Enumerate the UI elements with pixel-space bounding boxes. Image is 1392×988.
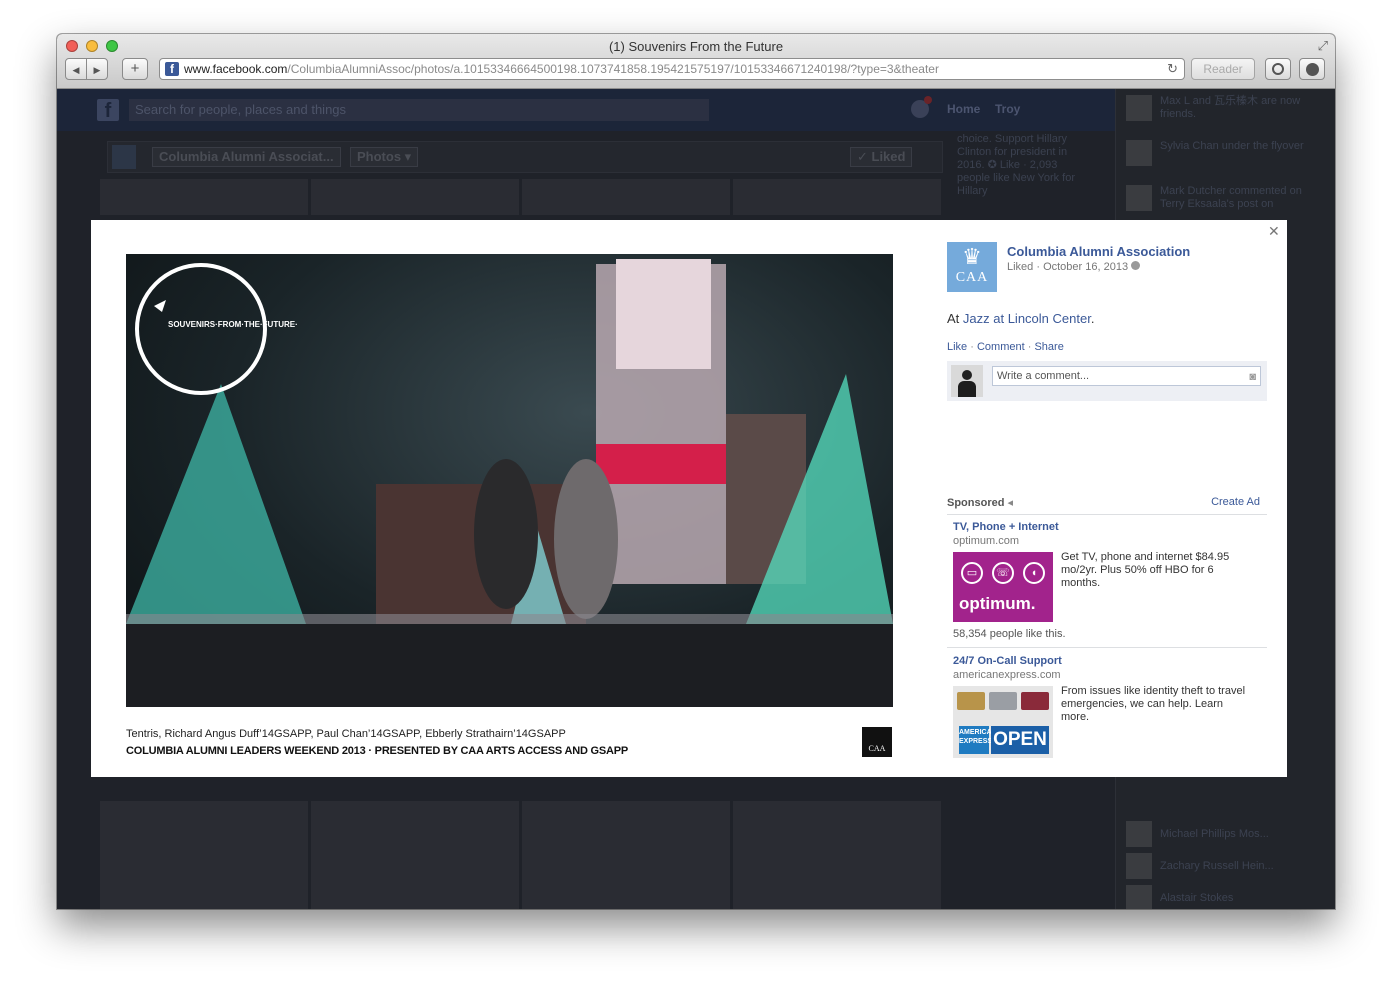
caa-page-logo[interactable]: ♛ CAA [947, 242, 997, 292]
photo-caption-event: COLUMBIA ALUMNI LEADERS WEEKEND 2013 · P… [126, 745, 629, 757]
forward-button[interactable]: ▶ [86, 58, 108, 80]
new-tab-button[interactable]: + [122, 58, 148, 80]
reload-icon[interactable]: ↻ [1167, 59, 1178, 79]
chat-contact[interactable]: Alastair Stokes [1126, 885, 1326, 909]
amex-ad-image[interactable]: AMERICAN EXPRESS OPEN [953, 686, 1053, 758]
photo-theater-dialog: SOUVENIRS·FROM·THE·FUTURE· Tentris, Rich… [91, 220, 1287, 777]
nav-profile-link[interactable]: Troy [995, 102, 1020, 116]
facebook-topbar: f Search for people, places and things H… [57, 89, 1115, 131]
caa-crown-logo: CAA [862, 727, 892, 757]
page-header-bar: Columbia Alumni Associat... Photos ▾ ✓ L… [107, 141, 943, 173]
avatar [1126, 185, 1152, 211]
background-photo [311, 801, 519, 909]
info-icon [1272, 63, 1284, 75]
ad-domain: optimum.com [953, 535, 1020, 547]
ad-domain: americanexpress.com [953, 669, 1061, 681]
avatar [1126, 885, 1152, 909]
background-photo [522, 179, 730, 215]
share-link[interactable]: Share [1034, 341, 1063, 353]
downloads-button[interactable] [1299, 58, 1325, 80]
close-icon[interactable]: ✕ [1268, 223, 1280, 240]
nav-home-link[interactable]: Home [947, 102, 980, 116]
photo-caption-credits: Tentris, Richard Angus Duff’14GSAPP, Pau… [126, 728, 566, 740]
camera-icon[interactable]: ◙ [1249, 368, 1256, 386]
globe-icon [1131, 261, 1141, 270]
sidebar-ad-snippet: choice. Support Hillary Clinton for pres… [957, 133, 1076, 197]
url-host: www.facebook.com [184, 62, 288, 76]
photo-sidebar: ♛ CAA Columbia Alumni Association Liked … [947, 220, 1267, 777]
liked-button[interactable]: ✓ Liked [850, 147, 913, 167]
download-icon [1305, 63, 1319, 76]
background-photo [733, 179, 941, 215]
post-actions: Like · Comment · Share [947, 341, 1064, 353]
location-link[interactable]: Jazz at Lincoln Center [963, 311, 1091, 326]
back-button[interactable]: ◀ [65, 58, 87, 80]
ad-title[interactable]: 24/7 On-Call Support [953, 655, 1062, 667]
like-link[interactable]: Like [947, 341, 967, 353]
url-path: /ColumbiaAlumniAssoc/photos/a.1015334666… [287, 62, 939, 76]
ad-title[interactable]: TV, Phone + Internet [953, 521, 1059, 533]
page-avatar[interactable] [112, 145, 136, 169]
info-button[interactable] [1265, 58, 1291, 80]
phone-icon: ☏ [992, 562, 1014, 584]
avatar [1126, 95, 1152, 121]
mouse-icon: ◖ [1023, 562, 1045, 584]
facebook-search-input[interactable]: Search for people, places and things [129, 99, 709, 121]
page-name-link[interactable]: Columbia Alumni Association [1007, 244, 1190, 259]
ticker-item[interactable]: Mark Dutcher commented on Terry Eksaala'… [1126, 185, 1326, 223]
address-bar[interactable]: f www.facebook.com/ColumbiaAlumniAssoc/p… [159, 58, 1185, 80]
fullscreen-icon[interactable]: ⤢ [1318, 38, 1328, 54]
ticker-item[interactable]: Max L and 瓦乐榛木 are now friends. [1126, 95, 1326, 133]
comment-link[interactable]: Comment [977, 341, 1025, 353]
back-icon: ◀ [72, 65, 80, 75]
user-avatar [951, 365, 983, 397]
ad-body: From issues like identity theft to trave… [1061, 685, 1246, 723]
create-ad-link[interactable]: Create Ad [1211, 496, 1260, 508]
background-photo [100, 801, 308, 909]
divider [947, 647, 1267, 648]
card-image [1021, 692, 1049, 710]
amex-logo: AMERICAN EXPRESS [959, 726, 997, 754]
facebook-favicon-icon: f [165, 62, 179, 76]
title-bar: (1) Souvenirs From the Future ⤢ ◀ ▶ + f … [57, 34, 1335, 89]
window-title: (1) Souvenirs From the Future [608, 39, 784, 54]
comment-input[interactable]: Write a comment... ◙ [992, 366, 1261, 386]
event-photo[interactable]: SOUVENIRS·FROM·THE·FUTURE· [126, 254, 893, 707]
sponsored-heading: Sponsored ◂ [947, 497, 1014, 509]
background-photo [100, 179, 308, 215]
plus-icon: + [130, 60, 140, 77]
avatar [1126, 821, 1152, 847]
open-logo: OPEN [991, 726, 1049, 754]
card-image [957, 692, 985, 710]
reader-button[interactable]: Reader [1191, 58, 1255, 80]
notification-badge [924, 96, 932, 104]
photos-dropdown[interactable]: Photos ▾ [350, 147, 419, 167]
optimum-ad-image[interactable]: ▭ ☏ ◖ optimum. [953, 552, 1053, 622]
tv-icon: ▭ [961, 562, 983, 584]
background-photo [311, 179, 519, 215]
avatar [1126, 140, 1152, 166]
card-image [989, 692, 1017, 710]
avatar [1126, 853, 1152, 879]
crown-icon: ♛ [962, 244, 982, 269]
background-photo [733, 801, 941, 909]
souvenirs-logo-text: SOUVENIRS·FROM·THE·FUTURE· [168, 320, 298, 329]
background-photo [522, 801, 730, 909]
optimum-logo: optimum. [959, 594, 1036, 613]
post-text: At Jazz at Lincoln Center. [947, 311, 1095, 326]
megaphone-icon: ◂ [1007, 497, 1014, 509]
forward-icon: ▶ [93, 65, 101, 75]
page-name-button[interactable]: Columbia Alumni Associat... [152, 147, 341, 167]
comment-box: Write a comment... ◙ [947, 361, 1267, 401]
facebook-logo-icon[interactable]: f [97, 99, 119, 122]
ticker-item[interactable]: Sylvia Chan under the flyover [1126, 140, 1326, 178]
divider [947, 514, 1267, 515]
post-meta: Liked · October 16, 2013 [1007, 261, 1141, 273]
ad-body: Get TV, phone and internet $84.95 mo/2yr… [1061, 551, 1230, 589]
ad-likes: 58,354 people like this. [953, 628, 1066, 640]
